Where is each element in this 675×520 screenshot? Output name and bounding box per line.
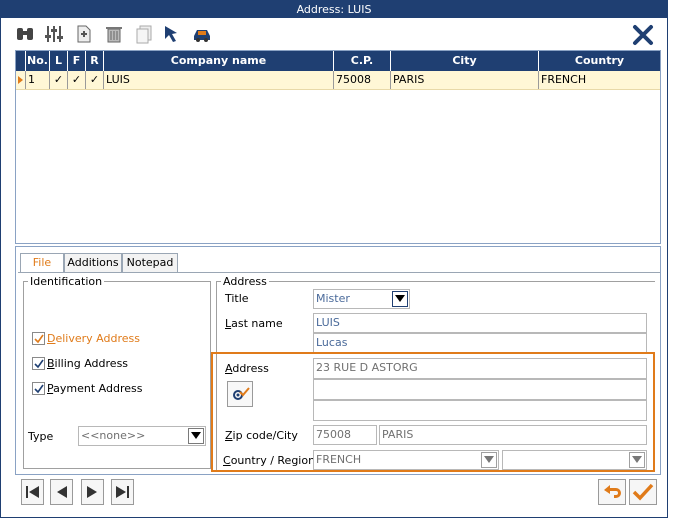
toolbar xyxy=(1,18,667,50)
next-record-button[interactable] xyxy=(81,479,104,505)
chevron-down-icon[interactable] xyxy=(188,428,204,444)
row-indicator-header xyxy=(16,51,26,71)
type-select[interactable]: <<none>> xyxy=(78,426,206,446)
cell-r: ✓ xyxy=(86,71,104,89)
column-header-no[interactable]: No. xyxy=(26,51,50,71)
previous-icon xyxy=(57,486,67,498)
title-select[interactable]: Mister xyxy=(313,289,410,309)
first-name-input[interactable]: Lucas xyxy=(313,333,647,353)
title-label: Title xyxy=(225,292,249,305)
car-icon[interactable] xyxy=(191,23,213,45)
cell-company: LUIS xyxy=(104,71,334,89)
last-record-button[interactable] xyxy=(111,479,134,505)
type-value: <<none>> xyxy=(81,429,146,442)
payment-address-label: Payment Address xyxy=(47,382,142,395)
sliders-icon[interactable] xyxy=(43,23,65,45)
next-icon xyxy=(87,486,97,498)
billing-accel: B xyxy=(47,357,55,370)
address-window: Address: LUIS No. L F R Company name C.P… xyxy=(0,0,668,518)
undo-arrow-icon xyxy=(604,485,621,498)
tab-notepad[interactable]: Notepad xyxy=(122,253,178,272)
address-legend: Address xyxy=(223,275,267,288)
undo-button[interactable] xyxy=(598,479,626,505)
cell-city: PARIS xyxy=(391,71,539,89)
copy-icon[interactable] xyxy=(133,23,155,45)
previous-record-button[interactable] xyxy=(50,479,73,505)
delivery-rest: elivery Address xyxy=(55,332,140,345)
last-name-rest: ast name xyxy=(231,317,283,330)
cell-l: ✓ xyxy=(50,71,68,89)
delivery-checkbox[interactable] xyxy=(32,332,45,345)
tab-divider xyxy=(18,272,660,273)
type-label: Type xyxy=(28,430,54,443)
payment-rest: ayment Address xyxy=(53,382,143,395)
column-header-r[interactable]: R xyxy=(86,51,104,71)
add-document-icon[interactable] xyxy=(73,23,95,45)
identification-legend: Identification xyxy=(30,275,103,288)
billing-rest: illing Address xyxy=(54,357,129,370)
title-value: Mister xyxy=(316,292,350,305)
first-record-button[interactable] xyxy=(21,479,44,505)
column-header-company[interactable]: Company name xyxy=(104,51,334,71)
binoculars-icon[interactable] xyxy=(14,23,36,45)
cell-no: 1 xyxy=(26,71,50,89)
checkmark-icon xyxy=(632,483,654,501)
chevron-down-icon[interactable] xyxy=(392,291,408,307)
window-title: Address: LUIS xyxy=(1,1,667,18)
delivery-address-label: Delivery Address xyxy=(47,332,140,345)
last-icon xyxy=(116,486,129,498)
payment-checkbox[interactable] xyxy=(32,382,45,395)
row-pointer-icon xyxy=(16,71,26,89)
billing-address-label: Billing Address xyxy=(47,357,128,370)
last-name-label: Last name xyxy=(225,317,283,330)
column-header-country[interactable]: Country xyxy=(539,51,660,71)
cell-f: ✓ xyxy=(68,71,86,89)
validate-button[interactable] xyxy=(629,479,657,505)
column-header-city[interactable]: City xyxy=(391,51,539,71)
address-grid: No. L F R Company name C.P. City Country… xyxy=(15,50,661,244)
grid-header: No. L F R Company name C.P. City Country xyxy=(16,51,660,71)
close-icon[interactable] xyxy=(630,22,656,48)
first-icon xyxy=(26,486,39,498)
last-name-input[interactable]: LUIS xyxy=(313,313,647,333)
tab-additions[interactable]: Additions xyxy=(64,253,122,272)
tab-file[interactable]: File xyxy=(20,253,64,273)
address-highlight-box xyxy=(211,352,655,472)
pointer-icon[interactable] xyxy=(161,23,183,45)
column-header-f[interactable]: F xyxy=(68,51,86,71)
cell-country: FRENCH xyxy=(541,73,587,86)
trash-icon[interactable] xyxy=(103,23,125,45)
table-row[interactable]: 1 ✓ ✓ ✓ LUIS 75008 PARIS FRENCH xyxy=(16,71,660,90)
billing-checkbox[interactable] xyxy=(32,357,45,370)
cell-cp: 75008 xyxy=(334,71,391,89)
column-header-cp[interactable]: C.P. xyxy=(334,51,391,71)
column-header-l[interactable]: L xyxy=(50,51,68,71)
